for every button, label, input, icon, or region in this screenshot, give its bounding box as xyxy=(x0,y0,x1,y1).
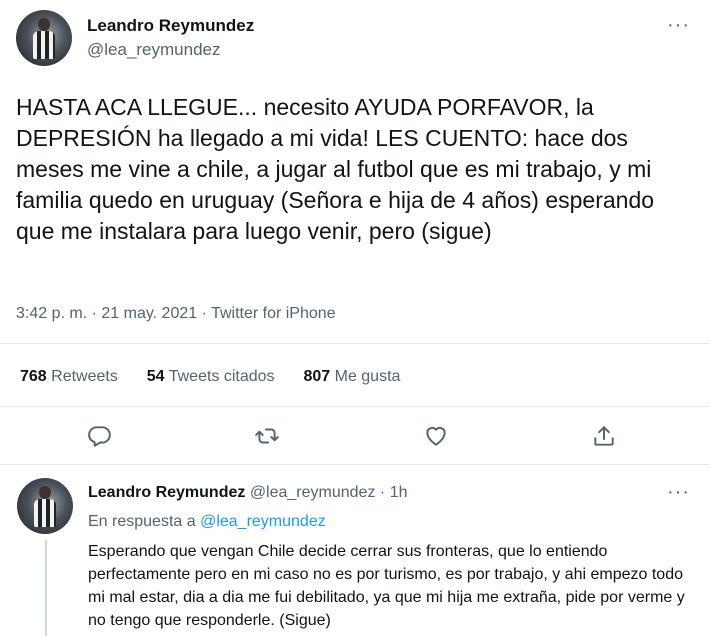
divider xyxy=(0,343,710,344)
reply-header: Leandro Reymundez @lea_reymundez · 1h xyxy=(88,484,407,502)
reply-author-name[interactable]: Leandro Reymundez xyxy=(88,484,245,501)
tweet-stats: 768 Retweets 54 Tweets citados 807 Me gu… xyxy=(20,368,400,386)
reply-more-options-icon[interactable]: ··· xyxy=(667,482,690,502)
thread-line xyxy=(45,540,47,636)
quotes-stat[interactable]: 54 Tweets citados xyxy=(147,368,275,385)
in-reply-to-label: En respuesta a xyxy=(88,513,196,530)
reply-tweet-text: Esperando que vengan Chile decide cerrar… xyxy=(88,543,685,629)
retweet-icon[interactable] xyxy=(254,423,280,449)
reply-time[interactable]: 1h xyxy=(390,484,408,501)
tweet-timestamp[interactable]: 3:42 p. m. · 21 may. 2021 · Twitter for … xyxy=(16,305,336,323)
author-name[interactable]: Leandro Reymundez xyxy=(87,16,254,36)
reply-author-handle[interactable]: @lea_reymundez xyxy=(250,484,376,501)
divider xyxy=(0,464,710,465)
author-handle[interactable]: @lea_reymundez xyxy=(87,40,221,60)
reply-avatar[interactable] xyxy=(17,478,73,534)
divider xyxy=(0,406,710,407)
in-reply-to: En respuesta a @lea_reymundez xyxy=(88,513,326,531)
likes-stat[interactable]: 807 Me gusta xyxy=(303,368,400,385)
share-icon[interactable] xyxy=(591,423,617,449)
more-options-icon[interactable]: ··· xyxy=(667,15,690,35)
reply-icon[interactable] xyxy=(86,423,112,449)
in-reply-to-link[interactable]: @lea_reymundez xyxy=(200,513,326,530)
tweet-text: HASTA ACA LLEGUE... necesito AYUDA PORFA… xyxy=(16,94,655,244)
avatar[interactable] xyxy=(16,10,72,66)
header-separator: · xyxy=(379,484,386,501)
retweets-stat[interactable]: 768 Retweets xyxy=(20,368,118,385)
like-icon[interactable] xyxy=(423,423,449,449)
